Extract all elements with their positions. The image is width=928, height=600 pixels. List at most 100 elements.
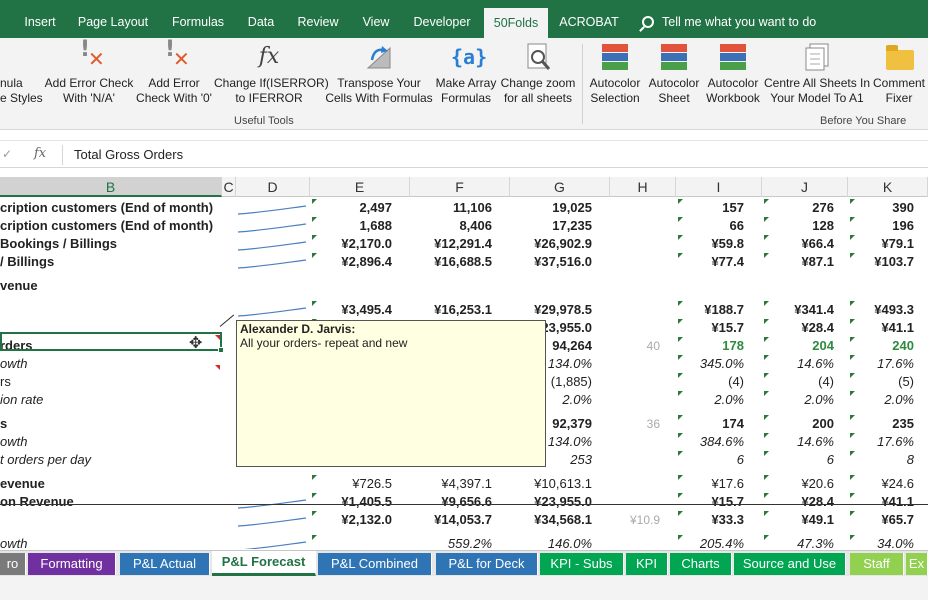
sheet-tab-pl-actual[interactable]: P&L Actual xyxy=(120,553,210,575)
cell-g[interactable]: 146.0% xyxy=(496,535,592,549)
column-header-c[interactable]: C xyxy=(222,177,236,197)
tab-review[interactable]: Review xyxy=(290,0,346,38)
cell-k[interactable]: (5) xyxy=(818,373,914,391)
cell-i[interactable]: ¥15.7 xyxy=(648,319,744,337)
cell-e[interactable]: 1,688 xyxy=(296,217,392,235)
cell-i[interactable]: ¥188.7 xyxy=(648,301,744,319)
change-iferror-button[interactable]: fx Change If(ISERROR) to IFERROR xyxy=(214,42,329,114)
sheet-tab-intro[interactable]: ro xyxy=(0,553,26,575)
cell-f[interactable]: 559.2% xyxy=(396,535,492,549)
row-label[interactable]: t orders per day xyxy=(0,451,222,469)
cell-i[interactable]: (4) xyxy=(648,373,744,391)
cell-e[interactable]: ¥2,170.0 xyxy=(296,235,392,253)
column-header-g[interactable]: G xyxy=(510,177,610,197)
sheet-tab-kpi[interactable]: KPI xyxy=(626,553,668,575)
sheet-tab-charts[interactable]: Charts xyxy=(670,553,732,575)
tab-developer[interactable]: Developer xyxy=(406,0,478,38)
cell-i[interactable]: 157 xyxy=(648,199,744,217)
row-label[interactable]: rs xyxy=(0,373,222,391)
autocolor-workbook-button[interactable]: Autocolor Workbook xyxy=(702,42,764,114)
sheet-tab-pl-for-deck[interactable]: P&L for Deck xyxy=(436,553,538,575)
cell-i[interactable]: 66 xyxy=(648,217,744,235)
tab-data[interactable]: Data xyxy=(240,0,282,38)
add-error-check-na-button[interactable]: ! ✕ Add Error Check With 'N/A' xyxy=(42,39,136,114)
row-label[interactable]: owth xyxy=(0,535,222,549)
row-label[interactable]: cription customers (End of month) xyxy=(0,217,222,235)
cell-i[interactable]: ¥59.8 xyxy=(648,235,744,253)
row-label[interactable]: ion rate xyxy=(0,391,222,409)
cell-g[interactable]: 17,235 xyxy=(496,217,592,235)
column-header-h[interactable]: H xyxy=(610,177,676,197)
formula-input[interactable]: Total Gross Orders xyxy=(74,147,183,162)
formula-styles-button[interactable]: ! nula e Styles xyxy=(0,39,44,114)
row-label[interactable]: s xyxy=(0,415,222,433)
comment-fixer-button[interactable]: Comment Fixer xyxy=(868,42,928,114)
cell-k[interactable]: ¥65.7 xyxy=(818,511,914,529)
row-label[interactable]: on Revenue xyxy=(0,493,222,511)
row-label[interactable] xyxy=(0,301,222,319)
row-label[interactable]: / Billings xyxy=(0,253,222,271)
autocolor-sheet-button[interactable]: Autocolor Sheet xyxy=(644,42,704,114)
cell-f[interactable]: ¥12,291.4 xyxy=(396,235,492,253)
cell-e[interactable]: ¥726.5 xyxy=(296,475,392,493)
cell-k[interactable]: 34.0% xyxy=(818,535,914,549)
cell-i[interactable]: 205.4% xyxy=(648,535,744,549)
tab-insert[interactable]: Insert xyxy=(14,0,66,38)
insert-function-icon[interactable]: fx xyxy=(34,146,46,161)
cell-k[interactable]: 8 xyxy=(818,451,914,469)
cell-g[interactable]: 19,025 xyxy=(496,199,592,217)
cell-h[interactable]: 36 xyxy=(564,415,660,433)
change-zoom-button[interactable]: Change zoom for all sheets xyxy=(498,42,578,114)
row-label[interactable]: evenue xyxy=(0,475,222,493)
tab-acrobat[interactable]: ACROBAT xyxy=(556,0,622,38)
cell-i[interactable]: 174 xyxy=(648,415,744,433)
column-header-b[interactable]: B xyxy=(0,177,222,197)
tell-me-box[interactable]: Tell me what you want to do xyxy=(642,0,816,38)
cell-k[interactable]: ¥493.3 xyxy=(818,301,914,319)
cell-k[interactable]: 17.6% xyxy=(818,355,914,373)
row-label[interactable] xyxy=(0,511,222,529)
column-header-d[interactable]: D xyxy=(236,177,310,197)
centre-all-sheets-button[interactable]: Centre All Sheets In Your Model To A1 xyxy=(764,42,870,114)
sheet-tab-ex[interactable]: Ex xyxy=(906,553,928,575)
row-label[interactable]: cription customers (End of month) xyxy=(0,199,222,217)
cell-i[interactable]: ¥15.7 xyxy=(648,493,744,511)
row-label[interactable]: owth xyxy=(0,433,222,451)
cell-e[interactable]: ¥3,495.4 xyxy=(296,301,392,319)
cell-comment[interactable]: Alexander D. Jarvis: All your orders- re… xyxy=(236,320,546,467)
sheet-tab-formatting[interactable]: Formatting xyxy=(28,553,116,575)
cell-e[interactable]: ¥1,405.5 xyxy=(296,493,392,511)
cell-i[interactable]: ¥17.6 xyxy=(648,475,744,493)
cell-k[interactable]: ¥24.6 xyxy=(818,475,914,493)
tab-view[interactable]: View xyxy=(354,0,398,38)
column-header-f[interactable]: F xyxy=(410,177,510,197)
cell-i[interactable]: 178 xyxy=(648,337,744,355)
cell-i[interactable]: ¥33.3 xyxy=(648,511,744,529)
column-header-j[interactable]: J xyxy=(762,177,848,197)
cell-k[interactable]: ¥103.7 xyxy=(818,253,914,271)
cell-k[interactable]: ¥79.1 xyxy=(818,235,914,253)
cell-i[interactable]: 384.6% xyxy=(648,433,744,451)
sheet-tab-kpi-subs[interactable]: KPI - Subs xyxy=(540,553,624,575)
cell-f[interactable]: 8,406 xyxy=(396,217,492,235)
cell-k[interactable]: 390 xyxy=(818,199,914,217)
column-header-i[interactable]: I xyxy=(676,177,762,197)
sheet-tab-pl-forecast[interactable]: P&L Forecast xyxy=(212,551,316,576)
column-header-e[interactable]: E xyxy=(310,177,410,197)
tab-page-layout[interactable]: Page Layout xyxy=(72,0,154,38)
cell-f[interactable]: ¥16,253.1 xyxy=(396,301,492,319)
make-array-formulas-button[interactable]: {a} Make Array Formulas xyxy=(432,42,500,114)
cell-f[interactable]: ¥16,688.5 xyxy=(396,253,492,271)
enter-icon[interactable]: ✓ xyxy=(2,147,12,161)
cell-k[interactable]: 235 xyxy=(818,415,914,433)
column-header-k[interactable]: K xyxy=(848,177,928,197)
cell-k[interactable]: 240 xyxy=(818,337,914,355)
cell-k[interactable]: 17.6% xyxy=(818,433,914,451)
cell-f[interactable]: ¥9,656.6 xyxy=(396,493,492,511)
cell-i[interactable]: 6 xyxy=(648,451,744,469)
tab-formulas[interactable]: Formulas xyxy=(162,0,234,38)
sheet-tab-pl-combined[interactable]: P&L Combined xyxy=(318,553,432,575)
add-error-check-zero-button[interactable]: ! ✕ Add Error Check With '0' xyxy=(134,39,214,114)
cell-g[interactable]: ¥26,902.9 xyxy=(496,235,592,253)
cell-i[interactable]: 2.0% xyxy=(648,391,744,409)
